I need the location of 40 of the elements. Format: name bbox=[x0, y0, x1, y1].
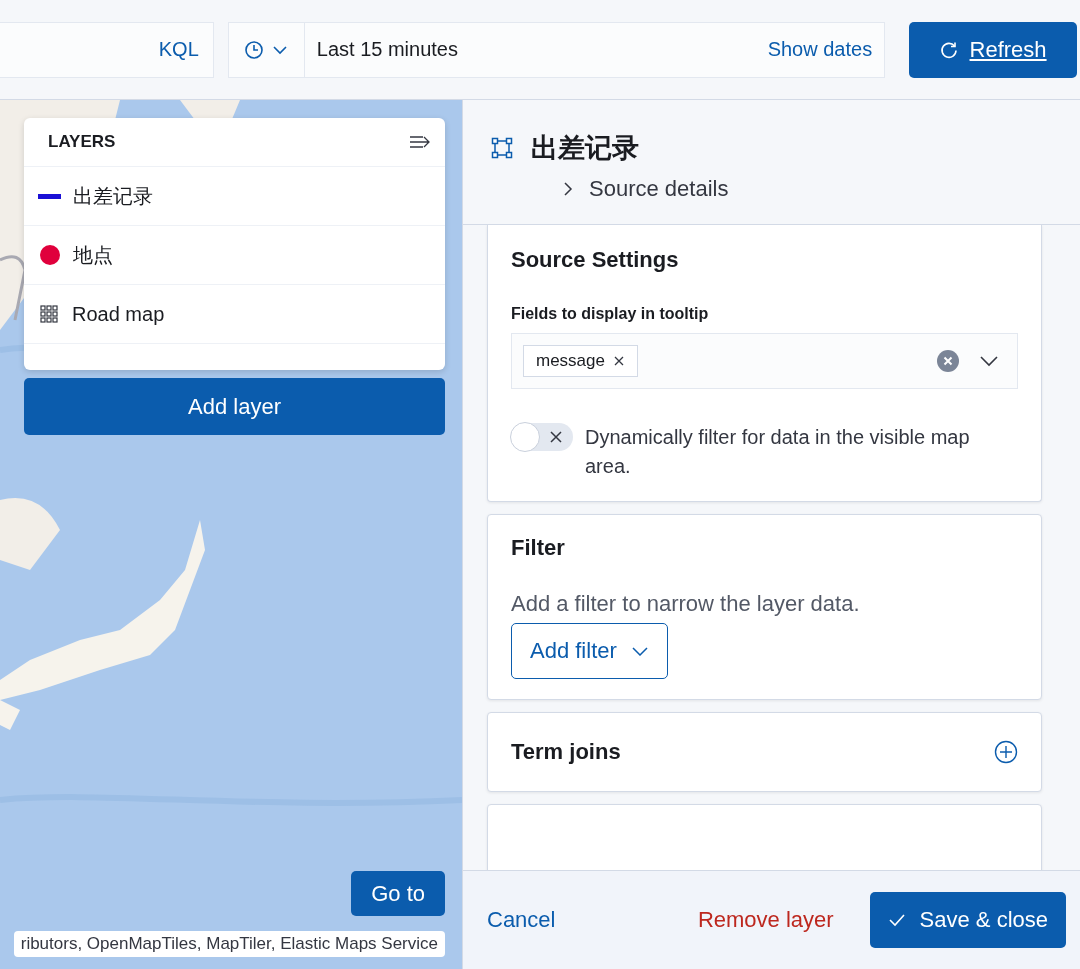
cross-icon bbox=[549, 430, 563, 444]
chevron-down-icon bbox=[630, 646, 649, 656]
save-close-button[interactable]: Save & close bbox=[869, 892, 1066, 948]
go-to-button[interactable]: Go to bbox=[351, 871, 445, 916]
query-field[interactable]: KQL bbox=[0, 21, 214, 78]
add-filter-button[interactable]: Add filter bbox=[511, 623, 668, 679]
field-label: Fields to display in tooltip bbox=[511, 305, 710, 323]
switch-label: Dynamically filter for data in the visible map area. bbox=[585, 425, 971, 479]
toggle-switch[interactable] bbox=[511, 423, 573, 451]
shape-icon bbox=[491, 137, 513, 159]
card-title: Filter bbox=[511, 535, 566, 561]
chevron-down-icon[interactable] bbox=[979, 355, 999, 367]
layer-item[interactable]: 出差记录 bbox=[24, 167, 445, 226]
clock-icon bbox=[244, 38, 289, 61]
clear-icon[interactable] bbox=[937, 350, 959, 372]
filter-description: Add a filter to narrow the layer data. bbox=[511, 591, 861, 617]
chevron-icon bbox=[561, 182, 575, 196]
remove-layer-button[interactable]: Remove layer bbox=[697, 907, 834, 933]
check-icon bbox=[887, 913, 906, 927]
card-title: Term joins bbox=[511, 739, 621, 765]
add-layer-button[interactable]: Add layer bbox=[24, 378, 445, 435]
map-attribution: ributors, OpenMapTiles, MapTiler, Elastic Maps Service bbox=[13, 931, 445, 957]
grid-icon bbox=[38, 305, 60, 323]
layer-item[interactable]: Road map bbox=[24, 285, 445, 344]
tooltip-fields-combo[interactable]: message bbox=[511, 333, 1018, 389]
cancel-button[interactable]: Cancel bbox=[487, 907, 556, 933]
language-toggle[interactable]: KQL bbox=[158, 38, 199, 61]
layers-title: LAYERS bbox=[48, 132, 116, 152]
refresh-icon bbox=[939, 40, 958, 59]
collapse-icon[interactable] bbox=[409, 134, 431, 150]
date-range: Last 15 minutes bbox=[316, 38, 458, 61]
field-tag: message bbox=[523, 345, 638, 377]
layer-title: 出差记录 bbox=[531, 132, 639, 165]
card-title: Source Settings bbox=[511, 247, 680, 273]
show-dates-link[interactable]: Show dates bbox=[767, 38, 873, 61]
layer-item[interactable]: 地点 bbox=[24, 226, 445, 285]
add-icon[interactable] bbox=[994, 740, 1018, 764]
remove-icon[interactable] bbox=[613, 355, 625, 367]
refresh-button[interactable]: Refresh bbox=[909, 21, 1077, 78]
source-details-toggle[interactable]: Source details bbox=[561, 176, 729, 202]
